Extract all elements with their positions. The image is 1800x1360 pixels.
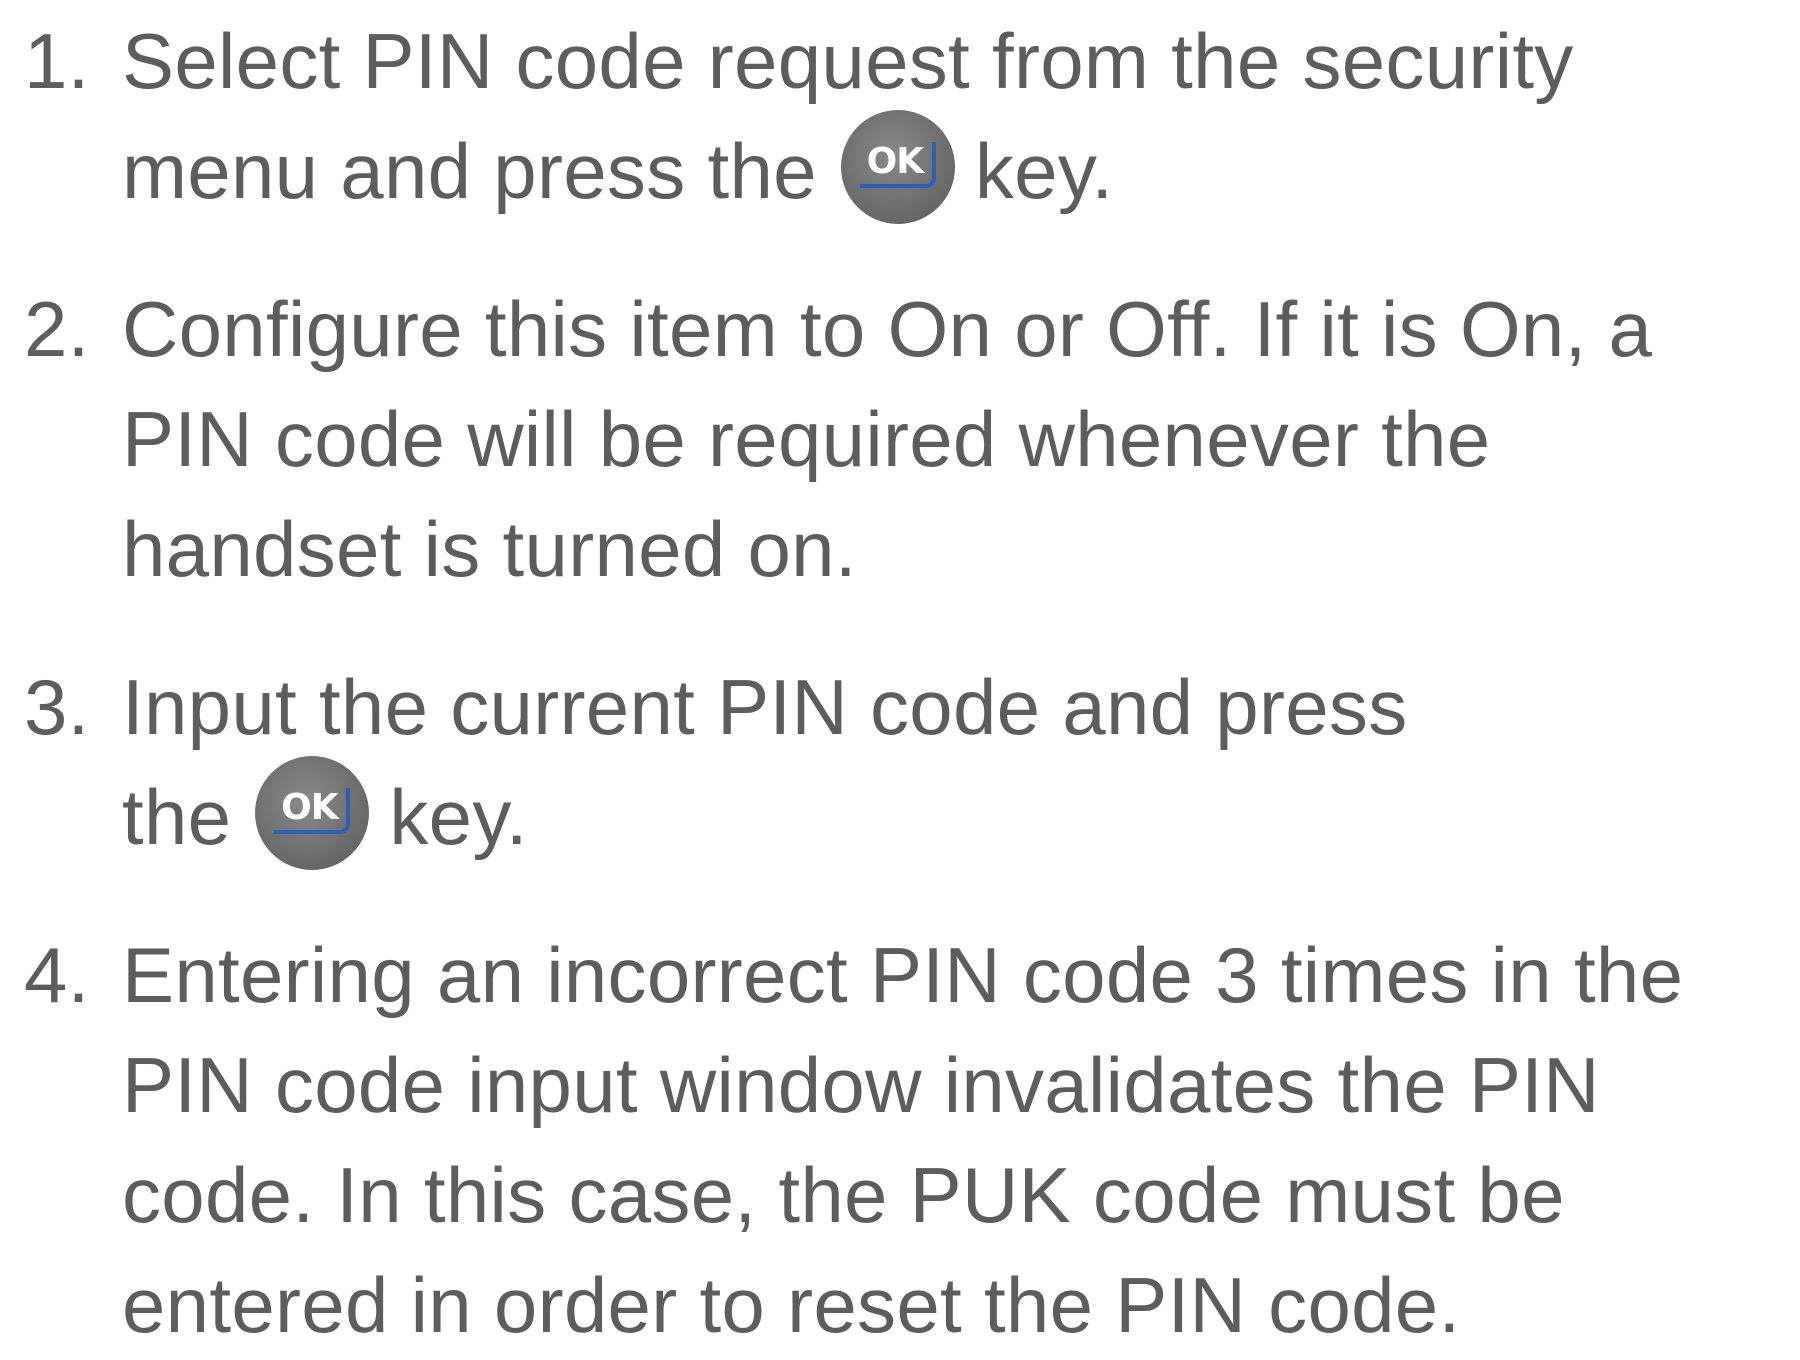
ok-key-icon: OK [255, 756, 370, 871]
step-3: 3. Input the current PIN code and press … [24, 652, 1794, 872]
step-text-line: code. In this case, the PUK code must be [122, 1151, 1565, 1239]
step-text-line: the OK key. [122, 756, 1794, 872]
step-text-line: entered in order to reset the PIN code. [122, 1261, 1461, 1349]
step-text-fragment: key. [389, 773, 528, 861]
step-1: 1. Select PIN code request from the secu… [24, 6, 1794, 226]
step-number: 4. [24, 931, 90, 1019]
step-text-line: handset is turned on. [122, 505, 857, 593]
instruction-list: 1. Select PIN code request from the secu… [24, 6, 1794, 1360]
step-text-line: Select PIN code request from the securit… [122, 17, 1574, 105]
step-number: 2. [24, 285, 90, 373]
step-number: 1. [24, 17, 90, 105]
step-text-line: Configure this item to On or Off. If it … [122, 285, 1653, 373]
step-text-fragment: key. [974, 127, 1114, 215]
step-text-line: PIN code input window invalidates the PI… [122, 1041, 1600, 1129]
step-text-fragment: menu and press the [122, 127, 817, 215]
step-text-line: PIN code will be required whenever the [122, 395, 1491, 483]
ok-key-label: OK [866, 141, 925, 183]
ok-key-icon: OK [840, 110, 955, 225]
step-text-line: Input the current PIN code and press [122, 663, 1408, 751]
step-4: 4. Entering an incorrect PIN code 3 time… [24, 920, 1794, 1360]
step-text-line: menu and press the OK key. [122, 110, 1794, 226]
step-text-fragment: the [122, 773, 232, 861]
step-number: 3. [24, 663, 90, 751]
ok-key-label: OK [281, 787, 339, 829]
step-text-line: Entering an incorrect PIN code 3 times i… [122, 931, 1684, 1019]
step-2: 2. Configure this item to On or Off. If … [24, 274, 1794, 604]
